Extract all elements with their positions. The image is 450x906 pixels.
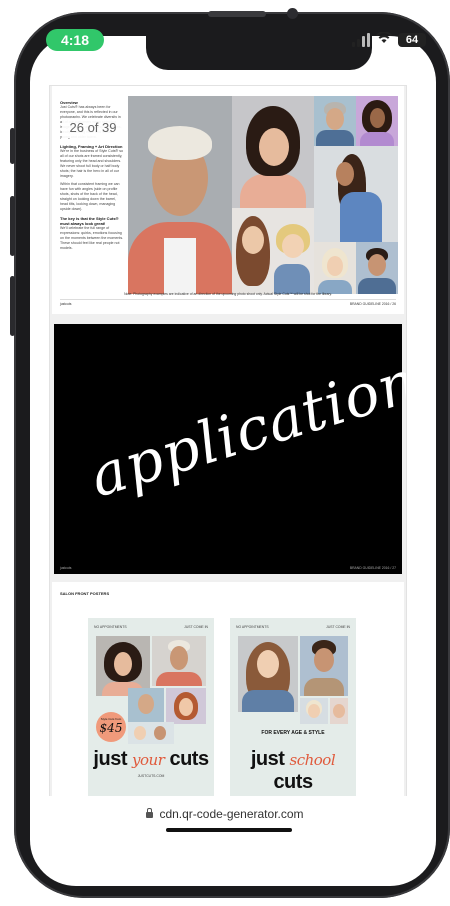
document-viewer[interactable]: Overview Just Cuts® has always been for …	[50, 86, 406, 796]
url-text: cdn.qr-code-generator.com	[159, 807, 304, 821]
photo-caption: Note: Photography examples are indicativ…	[124, 292, 332, 296]
slogan-cuts: cuts	[169, 748, 209, 770]
poster-just-come-in: JUST COME IN	[326, 625, 350, 629]
pdf-page-27: applications justcuts BRAND GUIDELINE 20…	[54, 324, 406, 574]
notch	[146, 36, 372, 70]
slogan-just: just	[250, 748, 285, 770]
poster-no-appointments: NO APPOINTMENTS	[236, 625, 269, 629]
footer-brand: justcuts	[60, 566, 72, 570]
poster-url: JUSTCUTS.COM	[137, 774, 165, 778]
poster-photo-blonde-child	[300, 698, 328, 724]
footer-brand: justcuts	[60, 302, 72, 306]
photo-blonde-child	[314, 242, 356, 294]
poster-header: NO APPOINTMENTS JUST COME IN	[236, 625, 350, 629]
volume-down-button	[10, 276, 15, 336]
applications-script-heading: applications	[82, 337, 406, 511]
photo-man-denim	[356, 242, 398, 294]
section-title: SALON FRONT POSTERS	[60, 591, 110, 596]
page-footer: justcuts BRAND GUIDELINE 2016 / 26	[60, 299, 396, 308]
price-badge-value: $45	[99, 721, 123, 735]
front-camera	[287, 8, 298, 19]
photo-older-man	[314, 96, 356, 146]
mute-switch	[10, 128, 15, 164]
photo-kids	[232, 208, 314, 294]
poster-photo-small	[330, 698, 348, 724]
poster-header: NO APPOINTMENTS JUST COME IN	[94, 625, 208, 629]
photo-woman-bob	[232, 96, 314, 208]
status-time: 4:18	[46, 29, 104, 51]
speaker-grille	[208, 11, 266, 17]
poster-photo-woman	[96, 636, 150, 696]
poster-photo-older-man	[128, 688, 164, 724]
key-heading: The key is that the Style Cuts® must alw…	[60, 216, 119, 226]
lighting-text: We're in the business of Style Cuts® so …	[60, 149, 123, 178]
poster-photo-curly	[166, 688, 206, 724]
price-badge-label: Style Cuts from	[100, 717, 122, 721]
slogan-just: just	[93, 748, 127, 770]
signal-icon	[352, 33, 370, 47]
slogan-cuts: cuts	[273, 771, 313, 793]
poster-photo-man	[152, 636, 206, 686]
pdf-page-28: SALON FRONT POSTERS NO APPOINTMENTS JUST…	[52, 582, 404, 796]
battery-icon: 64	[398, 33, 426, 47]
key-text: We'll celebrate the full range of expres…	[60, 226, 124, 250]
price-badge: Style Cuts from $45	[96, 712, 126, 742]
poster-just-come-in: JUST COME IN	[184, 625, 208, 629]
lock-icon	[146, 808, 154, 818]
slogan-script-word: your	[132, 751, 165, 769]
poster-tagline: FOR EVERY AGE & STYLE	[261, 730, 325, 736]
poster-just-school-cuts: NO APPOINTMENTS JUST COME IN FOR EVERY A…	[230, 618, 356, 796]
volume-up-button	[10, 196, 15, 256]
status-icons: 64	[352, 30, 426, 50]
framing-text: Within that consistent framing we can ha…	[60, 182, 120, 211]
pdf-page-26: Overview Just Cuts® has always been for …	[52, 86, 404, 314]
poster-photo-boy	[300, 636, 348, 696]
wifi-icon	[376, 31, 392, 49]
url-bar[interactable]: cdn.qr-code-generator.com	[40, 796, 410, 832]
poster-photo-girl	[238, 636, 298, 712]
footer-page-ref: BRAND GUIDELINE 2016 / 26	[349, 302, 396, 306]
poster-slogan: just school cuts	[230, 748, 356, 794]
footer-page-ref: BRAND GUIDELINE 2016 / 27	[349, 566, 396, 570]
slogan-script-word: school	[289, 751, 336, 769]
poster-no-appointments: NO APPOINTMENTS	[94, 625, 127, 629]
page-counter: 26 of 39	[62, 118, 124, 138]
home-indicator[interactable]	[166, 828, 292, 832]
photo-man-platinum-hair	[128, 96, 232, 294]
poster-photo-kids	[128, 722, 174, 744]
poster-just-your-cuts: NO APPOINTMENTS JUST COME IN Style Cuts …	[88, 618, 214, 796]
poster-slogan: just your cuts	[88, 748, 214, 771]
photo-woman-profile	[314, 146, 398, 242]
page-footer: justcuts BRAND GUIDELINE 2016 / 27	[60, 566, 396, 570]
photo-curly-woman	[356, 96, 398, 146]
